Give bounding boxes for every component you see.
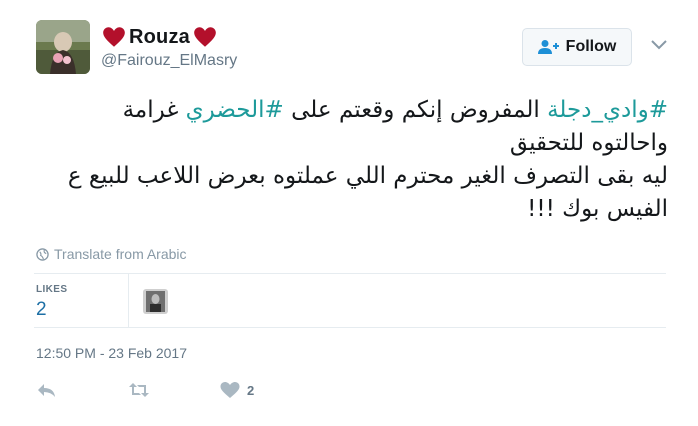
likes-count[interactable]: 2 <box>36 299 47 321</box>
tweet-timestamp[interactable]: 12:50 PM - 23 Feb 2017 <box>36 345 187 361</box>
tweet-text-segment: المفروض إنكم وقعتم على <box>283 97 548 123</box>
hashtag-link[interactable]: #الحضري <box>186 97 284 123</box>
display-name: Rouza <box>129 25 190 48</box>
follow-label: Follow <box>565 38 617 55</box>
tweet-line-3: ليه بقى التصرف الغير محترم اللي عملتوه ب… <box>67 163 668 189</box>
heart-emoji-icon <box>194 27 216 47</box>
avatar-image <box>36 20 90 74</box>
heart-emoji-icon <box>103 27 125 47</box>
heart-icon <box>220 382 240 398</box>
tweet-actions: 2 <box>36 380 336 404</box>
translate-label: Translate from Arabic <box>54 246 187 262</box>
hashtag-link[interactable]: #وادي_دجلة <box>547 97 668 123</box>
add-user-icon <box>537 40 559 54</box>
user-handle[interactable]: @Fairouz_ElMasry <box>101 52 237 70</box>
liker-avatar[interactable] <box>143 289 168 314</box>
stats-separator <box>128 274 129 327</box>
follow-button[interactable]: Follow <box>522 28 632 66</box>
retweet-icon <box>129 383 149 397</box>
liker-avatar-image <box>143 289 168 314</box>
tweet-line-1: #وادي_دجلة المفروض إنكم وقعتم على #الحضر… <box>34 94 668 127</box>
likes-label: LIKES <box>36 284 68 295</box>
like-count: 2 <box>247 382 255 398</box>
retweet-button[interactable] <box>128 380 150 400</box>
tweet-line-2: واحالتوه للتحقيق <box>509 130 668 156</box>
tweet-line-4: الفيس بوك !!! <box>527 196 668 222</box>
reply-icon <box>38 384 55 397</box>
reply-button[interactable] <box>36 380 58 400</box>
tweet-text: #وادي_دجلة المفروض إنكم وقعتم على #الحضر… <box>34 94 668 226</box>
avatar[interactable] <box>36 20 90 74</box>
chevron-down-icon[interactable] <box>650 38 668 52</box>
tweet-text-segment: غرامة <box>122 97 186 123</box>
translate-link[interactable]: Translate from Arabic <box>36 246 187 262</box>
user-name-row[interactable]: Rouza <box>101 24 218 50</box>
like-button[interactable]: 2 <box>219 380 254 400</box>
globe-icon <box>36 247 49 261</box>
divider <box>34 327 666 328</box>
tweet-stats: LIKES 2 <box>34 274 666 327</box>
